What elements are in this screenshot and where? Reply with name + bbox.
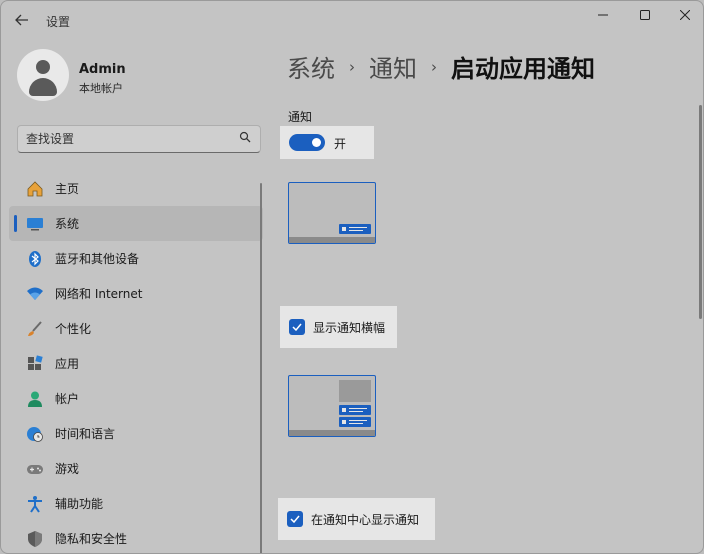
sidebar-item-time-language[interactable]: 时间和语言 xyxy=(9,416,263,451)
sidebar-item-personalization[interactable]: 个性化 xyxy=(9,311,263,346)
accessibility-icon xyxy=(25,494,45,514)
account-type: 本地帐户 xyxy=(79,82,123,95)
sidebar-item-label: 网络和 Internet xyxy=(55,287,143,301)
globe-clock-icon xyxy=(25,424,45,444)
avatar-body xyxy=(29,78,57,96)
taskbar-illustration xyxy=(289,237,375,243)
maximize-icon xyxy=(640,10,650,20)
toast-illustration xyxy=(339,224,371,234)
close-icon xyxy=(680,10,690,20)
sidebar-item-label: 帐户 xyxy=(55,392,80,406)
toast-illustration xyxy=(339,417,371,427)
show-banners-label: 显示通知横幅 xyxy=(313,321,386,335)
sidebar-item-gaming[interactable]: 游戏 xyxy=(9,451,263,486)
sidebar-scrollbar[interactable] xyxy=(260,183,262,553)
back-button[interactable] xyxy=(9,7,35,33)
page-title: 启动应用通知 xyxy=(451,55,595,83)
sidebar-item-label: 辅助功能 xyxy=(55,497,104,511)
main-scrollbar[interactable] xyxy=(699,105,702,319)
bluetooth-icon xyxy=(25,249,45,269)
sidebar-item-network[interactable]: 网络和 Internet xyxy=(9,276,263,311)
notification-center-preview-image xyxy=(288,375,376,437)
avatar[interactable] xyxy=(17,49,69,101)
section-label: 通知 xyxy=(288,110,313,124)
sidebar-item-label: 时间和语言 xyxy=(55,427,116,441)
sidebar-item-home[interactable]: 主页 xyxy=(9,171,263,206)
sidebar-item-label: 游戏 xyxy=(55,462,80,476)
avatar-head xyxy=(36,60,50,74)
sidebar-item-accounts[interactable]: 帐户 xyxy=(9,381,263,416)
toast-illustration xyxy=(339,405,371,415)
sidebar-item-bluetooth[interactable]: 蓝牙和其他设备 xyxy=(9,241,263,276)
breadcrumb-system[interactable]: 系统 xyxy=(287,49,335,84)
checkmark-icon xyxy=(292,323,302,331)
search-input[interactable] xyxy=(26,130,226,148)
notification-toggle-row: 开 xyxy=(280,126,374,159)
minimize-icon xyxy=(598,14,608,16)
show-banners-checkbox[interactable] xyxy=(289,319,305,335)
close-button[interactable] xyxy=(663,1,703,29)
sidebar-item-label: 应用 xyxy=(55,357,80,371)
search-icon[interactable] xyxy=(239,131,251,146)
apps-icon xyxy=(25,354,45,374)
arrow-left-icon xyxy=(15,14,28,26)
person-icon xyxy=(25,389,45,409)
sidebar-item-label: 个性化 xyxy=(55,322,92,336)
gamepad-icon xyxy=(25,459,45,479)
show-in-center-checkbox[interactable] xyxy=(287,511,303,527)
sidebar-item-privacy[interactable]: 隐私和安全性 xyxy=(9,521,263,553)
show-in-center-label: 在通知中心显示通知 xyxy=(311,513,420,527)
toggle-label: 开 xyxy=(334,137,347,151)
chevron-right-icon: › xyxy=(349,57,355,76)
settings-window: 设置 Admin 本地帐户 主页 系统 xyxy=(0,0,704,554)
panel-illustration xyxy=(339,380,371,402)
title-bar: 设置 xyxy=(1,1,703,41)
sidebar-item-accessibility[interactable]: 辅助功能 xyxy=(9,486,263,521)
breadcrumb-notifications[interactable]: 通知 xyxy=(369,49,417,84)
user-name: Admin xyxy=(79,62,126,77)
show-in-center-row: 在通知中心显示通知 xyxy=(278,498,435,540)
maximize-button[interactable] xyxy=(623,1,667,29)
wifi-icon xyxy=(25,284,45,304)
sidebar-item-label: 系统 xyxy=(55,217,80,231)
chevron-right-icon: › xyxy=(431,57,437,76)
banner-preview-image xyxy=(288,182,376,244)
sidebar-item-system[interactable]: 系统 xyxy=(9,206,263,241)
brush-icon xyxy=(25,319,45,339)
taskbar-illustration xyxy=(289,430,375,436)
notification-toggle[interactable] xyxy=(289,134,325,151)
shield-icon xyxy=(25,529,45,549)
app-title: 设置 xyxy=(46,15,71,29)
home-icon xyxy=(25,179,45,199)
search-box[interactable] xyxy=(17,125,261,153)
minimize-button[interactable] xyxy=(581,1,625,29)
sidebar-item-apps[interactable]: 应用 xyxy=(9,346,263,381)
breadcrumb: 系统 › 通知 › 启动应用通知 xyxy=(287,49,595,84)
toggle-knob xyxy=(312,138,321,147)
sidebar-nav: 主页 系统 蓝牙和其他设备 网络和 Internet 个性化 应用 帐户 时间和… xyxy=(9,171,263,553)
show-banners-row: 显示通知横幅 xyxy=(280,306,397,348)
sidebar-item-label: 隐私和安全性 xyxy=(55,532,128,546)
checkmark-icon xyxy=(290,515,300,523)
sidebar-item-label: 蓝牙和其他设备 xyxy=(55,252,140,266)
display-icon xyxy=(25,214,45,234)
sidebar-item-label: 主页 xyxy=(55,182,80,196)
